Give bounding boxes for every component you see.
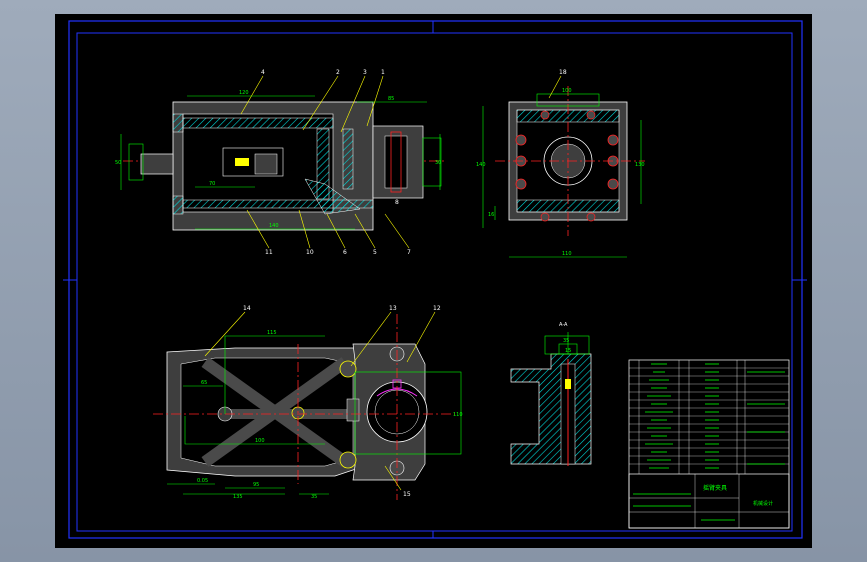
title-block-rows (629, 367, 789, 465)
balloon-5: 5 (373, 249, 377, 256)
dim-100-bottom: 100 (255, 438, 265, 444)
company-name: 机械设计 (753, 500, 773, 507)
section-label: A-A (559, 322, 568, 328)
dim-135: 135 (233, 494, 243, 500)
drawing-title: 摇臂夹具 (703, 484, 727, 492)
dim-15: 15 (565, 348, 571, 354)
dim-110: 110 (562, 251, 572, 257)
dim-30: 30 (435, 160, 441, 166)
dim-100: 100 (562, 88, 572, 94)
section-view-labels: A-A 35 15 (559, 322, 571, 354)
balloon-10: 10 (306, 249, 314, 256)
dim-115: 115 (267, 330, 277, 336)
balloon-8: 8 (395, 199, 399, 206)
balloon-3: 3 (363, 69, 367, 76)
dim-50: 50 (115, 160, 121, 166)
dim-85: 85 (388, 96, 394, 102)
balloon-7: 7 (407, 249, 411, 256)
title-block-scribbles (633, 363, 785, 521)
balloon-4: 4 (261, 69, 265, 76)
dim-140: 140 (269, 223, 279, 229)
balloon-14: 14 (243, 305, 251, 312)
drawing-sheet: 4 2 3 1 11 10 6 5 7 8 120 85 50 30 70 14… (55, 14, 812, 548)
balloon-2: 2 (336, 69, 340, 76)
dim-120: 120 (239, 90, 249, 96)
bottom-view (153, 311, 462, 500)
section-view (510, 332, 592, 466)
balloon-6: 6 (343, 249, 347, 256)
front-view (120, 75, 447, 249)
dim-35: 35 (311, 494, 317, 500)
dim-35-section: 35 (563, 338, 569, 344)
dim-130: 130 (635, 162, 645, 168)
dim-140-side: 140 (476, 162, 486, 168)
balloon-18: 18 (559, 69, 567, 76)
balloon-12: 12 (433, 305, 441, 312)
dim-65: 65 (201, 380, 207, 386)
dim-0-05: 0.05 (197, 478, 208, 484)
title-block: 摇臂夹具 机械设计 (628, 359, 790, 529)
dim-95: 95 (253, 482, 259, 488)
balloon-15: 15 (403, 491, 411, 498)
cad-drawing: 4 2 3 1 11 10 6 5 7 8 120 85 50 30 70 14… (63, 20, 807, 539)
balloon-1: 1 (381, 69, 385, 76)
dim-16: 16 (488, 212, 494, 218)
dim-110-bottom: 110 (453, 412, 463, 418)
side-view (482, 75, 645, 258)
balloon-13: 13 (389, 305, 397, 312)
balloon-11: 11 (265, 249, 273, 256)
dim-70: 70 (209, 181, 215, 187)
